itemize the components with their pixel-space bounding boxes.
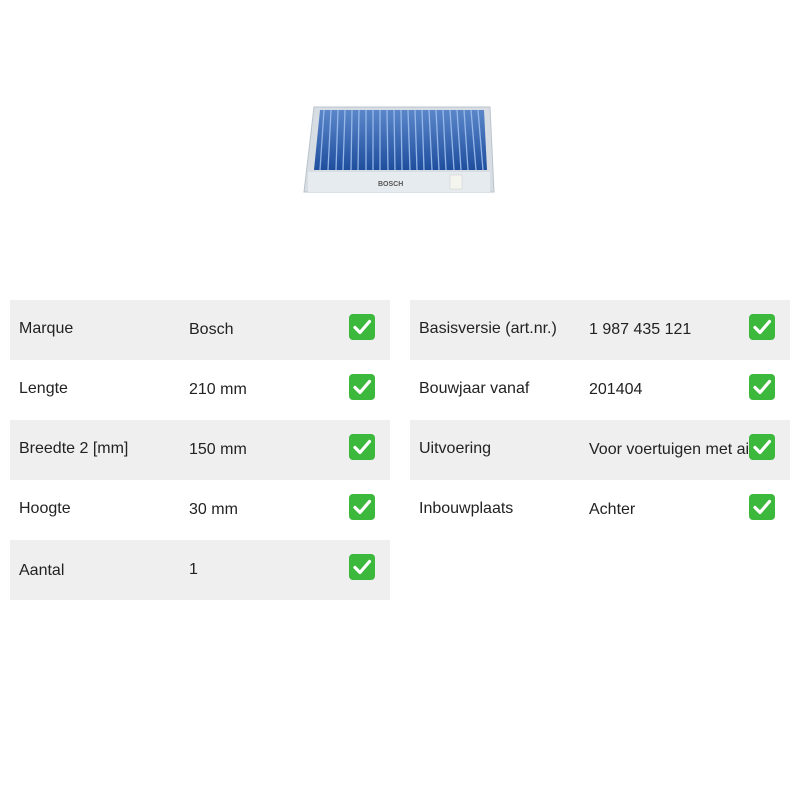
spec-label: Hoogte — [19, 500, 71, 517]
spec-row-basisversie: Basisversie (art.nr.) 1 987 435 121 — [410, 300, 790, 360]
product-image: BOSCH — [300, 100, 500, 200]
spec-label: Basisversie (art.nr.) — [419, 320, 557, 337]
spec-table-left: Marque Bosch Lengte 210 mm Breedte 2 [mm… — [10, 300, 390, 600]
spec-label: Inbouwplaats — [419, 500, 514, 517]
spec-row-hoogte: Hoogte 30 mm — [10, 480, 390, 540]
spec-row-uitvoering: Uitvoering Voor voertuigen met airco — [410, 420, 790, 480]
check-mark-icon — [749, 314, 775, 340]
spec-row-lengte: Lengte 210 mm — [10, 360, 390, 420]
spec-row-marque: Marque Bosch — [10, 300, 390, 360]
spec-label: Uitvoering — [419, 440, 492, 457]
spec-label: Breedte 2 [mm] — [19, 440, 129, 457]
check-mark-icon — [349, 434, 375, 460]
spec-label: Aantal — [19, 562, 65, 579]
spec-table-right: Basisversie (art.nr.) 1 987 435 121 Bouw… — [410, 300, 790, 540]
check-mark-icon — [349, 374, 375, 400]
spec-label: Marque — [19, 320, 74, 337]
check-mark-icon — [749, 434, 775, 460]
spec-row-breedte: Breedte 2 [mm] 150 mm — [10, 420, 390, 480]
spec-row-inbouwplaats: Inbouwplaats Achter — [410, 480, 790, 540]
check-mark-icon — [749, 374, 775, 400]
spec-row-bouwjaar: Bouwjaar vanaf 201404 — [410, 360, 790, 420]
check-mark-icon — [349, 314, 375, 340]
brand-print: BOSCH — [378, 181, 403, 188]
check-mark-icon — [749, 494, 775, 520]
spec-label: Bouwjaar vanaf — [419, 380, 530, 397]
spec-label: Lengte — [19, 380, 68, 397]
spec-row-aantal: Aantal 1 — [10, 540, 390, 600]
check-mark-icon — [349, 554, 375, 580]
check-mark-icon — [349, 494, 375, 520]
